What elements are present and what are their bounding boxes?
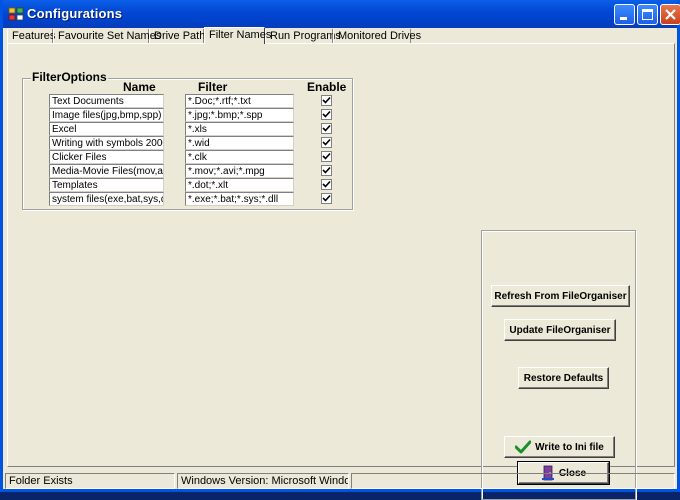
column-header-name: Name	[123, 80, 156, 94]
status-extra	[351, 473, 675, 489]
minimize-button[interactable]	[614, 4, 635, 25]
actions-panel: Refresh From FileOrganiser Update FileOr…	[481, 230, 636, 500]
tab-label: Favourite Set Names	[58, 30, 162, 42]
configurations-window: Configurations Features Favourite Set Na…	[0, 0, 680, 500]
button-label: Update FileOrganiser	[509, 324, 611, 336]
tab-filter-names[interactable]: Filter Names	[204, 27, 271, 44]
checkmark-icon	[322, 110, 331, 118]
enable-checkbox[interactable]	[321, 179, 332, 190]
refresh-from-fileorganiser-button[interactable]: Refresh From FileOrganiser	[491, 285, 630, 307]
update-fileorganiser-button[interactable]: Update FileOrganiser	[504, 319, 616, 341]
tab-label: Filter Names	[209, 29, 272, 41]
enable-checkbox[interactable]	[321, 137, 332, 148]
title-bar[interactable]: Configurations	[3, 0, 680, 28]
minimize-icon	[620, 17, 627, 20]
tab-monitored-drives[interactable]: Monitored Drives	[333, 29, 421, 44]
maximize-icon	[642, 9, 653, 20]
enable-checkbox[interactable]	[321, 193, 332, 204]
button-label: Refresh From FileOrganiser	[494, 290, 627, 302]
column-header-filter: Filter	[198, 80, 228, 94]
checkmark-icon	[322, 166, 331, 174]
tab-label: Run Programs	[270, 30, 341, 42]
filter-pattern-field[interactable]: *.clk	[185, 150, 294, 164]
filter-name-field[interactable]: Clicker Files	[49, 150, 164, 164]
checkmark-icon	[322, 180, 331, 188]
filter-pattern-field[interactable]: *.mov;*.avi;*.mpg	[185, 164, 294, 178]
write-to-ini-file-button[interactable]: Write to Ini file	[504, 436, 615, 458]
checkmark-icon	[322, 124, 331, 132]
checkmark-icon	[515, 440, 532, 454]
filter-name-field[interactable]: Image files(jpg,bmp,spp)	[49, 108, 164, 122]
filter-pattern-field[interactable]: *.xls	[185, 122, 294, 136]
filter-pattern-field[interactable]: *.wid	[185, 136, 294, 150]
filter-name-field[interactable]: Templates	[49, 178, 164, 192]
tab-features[interactable]: Features	[7, 29, 56, 44]
tab-run-programs[interactable]: Run Programs	[265, 29, 341, 44]
enable-checkbox[interactable]	[321, 95, 332, 106]
filter-names-page: FilterOptions Name Filter Enable Text Do…	[7, 43, 675, 500]
button-label: Restore Defaults	[523, 372, 604, 384]
button-label: Write to Ini file	[535, 441, 604, 453]
group-title: FilterOptions	[31, 70, 108, 84]
column-header-enable: Enable	[307, 80, 347, 94]
filter-name-field[interactable]: Text Documents	[49, 94, 164, 108]
maximize-button[interactable]	[637, 4, 658, 25]
window-title: Configurations	[27, 6, 123, 21]
tab-favourite-set-names[interactable]: Favourite Set Names	[53, 29, 161, 44]
tab-drive-paths[interactable]: Drive Paths	[149, 29, 211, 44]
checkmark-icon	[322, 194, 331, 202]
tab-label: Features	[12, 30, 56, 42]
status-folder: Folder Exists	[5, 473, 175, 489]
filter-pattern-field[interactable]: *.exe;*.bat;*.sys;*.dll	[185, 192, 294, 206]
app-icon	[8, 7, 24, 21]
tab-label: Monitored Drives	[338, 30, 422, 42]
filter-name-field[interactable]: Writing with symbols 2000	[49, 136, 164, 150]
enable-checkbox[interactable]	[321, 109, 332, 120]
filter-name-field[interactable]: Excel	[49, 122, 164, 136]
tab-bar: Features Favourite Set Names Drive Paths…	[7, 27, 677, 44]
status-bar: Folder Exists Windows Version: Microsoft…	[3, 472, 677, 492]
restore-defaults-button[interactable]: Restore Defaults	[518, 367, 609, 389]
filter-options-group: FilterOptions Name Filter Enable Text Do…	[22, 70, 353, 210]
filter-pattern-field[interactable]: *.dot;*.xlt	[185, 178, 294, 192]
checkmark-icon	[322, 138, 331, 146]
checkmark-icon	[322, 96, 331, 104]
close-window-button[interactable]	[660, 4, 680, 25]
filter-pattern-field[interactable]: *.Doc;*.rtf;*.txt	[185, 94, 294, 108]
enable-checkbox[interactable]	[321, 151, 332, 162]
enable-checkbox[interactable]	[321, 123, 332, 134]
status-windows-version: Windows Version: Microsoft Windows XP	[177, 473, 349, 489]
filter-name-field[interactable]: system files(exe,bat,sys,dll	[49, 192, 164, 206]
filter-pattern-field[interactable]: *.jpg;*.bmp;*.spp	[185, 108, 294, 122]
close-icon	[665, 9, 676, 20]
enable-checkbox[interactable]	[321, 165, 332, 176]
filter-name-field[interactable]: Media-Movie Files(mov,avi,r	[49, 164, 164, 178]
checkmark-icon	[322, 152, 331, 160]
tab-label: Drive Paths	[154, 30, 211, 42]
